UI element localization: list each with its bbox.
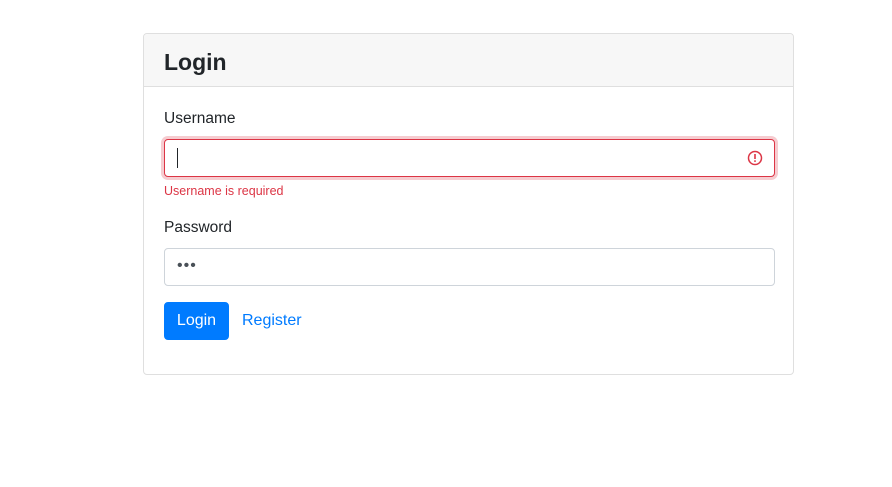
page-title: Login [164,49,227,75]
username-input[interactable] [164,139,775,177]
password-label: Password [164,219,233,236]
username-label: Username [164,110,236,127]
register-link[interactable]: Register [242,312,302,330]
login-card: Login Username Username is required Pass… [143,33,794,375]
username-error-message: Username is required [164,184,284,198]
card-header: Login [144,34,793,87]
login-button[interactable]: Login [164,302,229,340]
password-masked-value: ••• [177,257,197,274]
password-input[interactable] [164,248,775,286]
text-caret [177,148,178,168]
error-icon [747,150,763,166]
